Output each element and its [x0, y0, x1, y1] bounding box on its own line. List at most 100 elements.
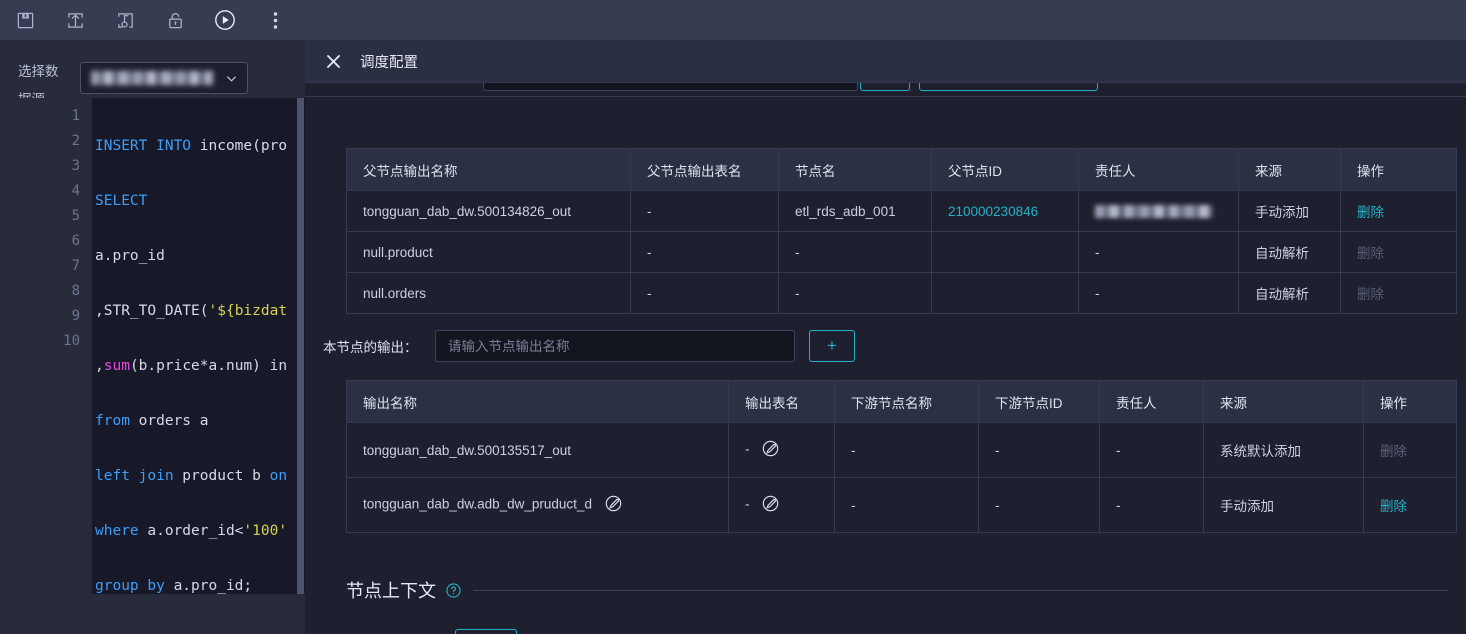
cell-parent-id [931, 231, 1079, 273]
col-output-name: 输出名称 [346, 380, 729, 423]
cell-action[interactable]: 删除 [1340, 190, 1457, 232]
datasource-select[interactable] [80, 62, 248, 94]
top-toolbar [0, 0, 1466, 40]
cell-action: 删除 [1363, 422, 1457, 478]
cell-parent-id [931, 272, 1079, 314]
edit-pencil-icon[interactable] [762, 495, 779, 515]
code-line: left join product b on [95, 468, 288, 484]
line-number: 10 [63, 333, 80, 349]
run-icon[interactable] [200, 0, 250, 40]
cell-output-name: null.product [346, 231, 631, 273]
clipped-upper-controls [305, 82, 1466, 95]
parent-id-link[interactable]: 210000230846 [948, 204, 1038, 219]
delete-button-disabled: 删除 [1357, 246, 1384, 261]
chevron-down-icon [226, 76, 237, 82]
table-row: null.orders - - - 自动解析 删除 [346, 272, 1457, 314]
cell-downstream-name: - [834, 422, 979, 478]
col-action: 操作 [1340, 148, 1457, 191]
cell-owner: - [1099, 477, 1204, 533]
edit-pencil-icon[interactable] [762, 440, 779, 460]
col-source: 来源 [1203, 380, 1364, 423]
table-header-row: 输出名称 输出表名 下游节点名称 下游节点ID 责任人 来源 操作 [346, 380, 1457, 423]
table-row: null.product - - - 自动解析 删除 [346, 231, 1457, 273]
cell-node-name: - [778, 231, 932, 273]
cell-downstream-id: - [978, 422, 1100, 478]
line-number: 8 [71, 283, 80, 299]
line-number: 1 [71, 108, 80, 124]
unlock-node-icon[interactable] [100, 0, 150, 40]
output-table-text: - [745, 496, 750, 512]
page-title: 调度配置 [360, 54, 418, 71]
own-output-row: 本节点的输出： + [305, 326, 1466, 366]
cell-parent-id[interactable]: 210000230846 [931, 190, 1079, 232]
line-number: 2 [71, 133, 80, 149]
delete-button-disabled: 删除 [1357, 287, 1384, 302]
cell-output-name: tongguan_dab_dw.adb_dw_pruduct_d [346, 477, 729, 533]
cell-source: 手动添加 [1203, 477, 1364, 533]
datasource-label-line1: 选择数 [18, 64, 59, 79]
table-row: tongguan_dab_dw.adb_dw_pruduct_d - - - -… [346, 477, 1457, 533]
own-output-label: 本节点的输出： [323, 340, 418, 355]
col-downstream-node-name: 下游节点名称 [834, 380, 979, 423]
cell-output-table-name: - [728, 477, 835, 533]
own-output-input[interactable] [435, 330, 795, 362]
add-param-button[interactable]: 添加 [454, 629, 517, 634]
close-icon[interactable] [322, 50, 344, 72]
cell-output-name: tongguan_dab_dw.500134826_out [346, 190, 631, 232]
save-icon[interactable] [0, 0, 50, 40]
cell-owner: - [1099, 422, 1204, 478]
editor-vertical-scrollbar[interactable] [297, 98, 304, 594]
line-number: 4 [71, 183, 80, 199]
delete-button[interactable]: 删除 [1380, 499, 1407, 514]
cell-downstream-name: - [834, 477, 979, 533]
editor-code-area[interactable]: INSERT INTO income(pro SELECT a.pro_id ,… [92, 98, 305, 594]
table-row: tongguan_dab_dw.500135517_out - - - - 系统… [346, 422, 1457, 478]
cell-output-table-name: - [728, 422, 835, 478]
output-name-text: tongguan_dab_dw.500135517_out [363, 442, 571, 458]
code-line: a.pro_id [95, 248, 165, 264]
schedule-config-modal: 调度配置 父节点输出名称 父节点输出表名 节点名 父节点ID 责任人 来源 操作… [305, 40, 1466, 634]
col-owner: 责任人 [1078, 148, 1239, 191]
code-line: ,sum(b.price*a.num) in [95, 358, 288, 374]
cell-node-name: etl_rds_adb_001 [778, 190, 932, 232]
add-output-button[interactable]: + [809, 330, 855, 362]
cell-node-name: - [778, 272, 932, 314]
delete-button[interactable]: 删除 [1357, 205, 1384, 220]
clipped-input[interactable] [483, 82, 858, 91]
output-table: 输出名称 输出表名 下游节点名称 下游节点ID 责任人 来源 操作 tonggu… [346, 380, 1457, 533]
col-parent-output-table: 父节点输出表名 [630, 148, 779, 191]
line-number: 6 [71, 233, 80, 249]
cell-output-name: tongguan_dab_dw.500135517_out [346, 422, 729, 478]
sql-code-editor[interactable]: 1 2 3 4 5 6 7 8 9 10 INSERT INTO income(… [0, 98, 305, 594]
more-icon[interactable] [250, 0, 300, 40]
cell-source: 系统默认添加 [1203, 422, 1364, 478]
cell-owner: - [1078, 272, 1239, 314]
lock-icon[interactable] [150, 0, 200, 40]
clipped-button-wide[interactable] [919, 82, 1098, 91]
output-table-text: - [745, 441, 750, 457]
owner-redacted [1095, 205, 1213, 219]
parent-node-table: 父节点输出名称 父节点输出表名 节点名 父节点ID 责任人 来源 操作 tong… [346, 148, 1457, 314]
code-line: where a.order_id<'100' [95, 523, 288, 539]
line-number: 3 [71, 158, 80, 174]
cell-source: 手动添加 [1238, 190, 1341, 232]
code-line: ,STR_TO_DATE('${bizdat [95, 303, 288, 319]
edit-pencil-icon[interactable] [605, 495, 622, 515]
editor-line-numbers: 1 2 3 4 5 6 7 8 9 10 [0, 98, 92, 594]
help-circle-icon[interactable] [446, 582, 461, 598]
line-number: 9 [71, 308, 80, 324]
col-action: 操作 [1363, 380, 1457, 423]
clipped-button-small[interactable] [860, 82, 910, 91]
node-input-param-row: 本节点输入参数 添加 [305, 627, 1466, 634]
cell-owner [1078, 190, 1239, 232]
col-source: 来源 [1238, 148, 1341, 191]
submit-upload-icon[interactable] [50, 0, 100, 40]
node-context-header: 节点上下文 [305, 572, 1466, 608]
table-row: tongguan_dab_dw.500134826_out - etl_rds_… [346, 190, 1457, 232]
cell-output-name: null.orders [346, 272, 631, 314]
cell-action[interactable]: 删除 [1363, 477, 1457, 533]
cell-output-table: - [630, 231, 779, 273]
output-name-text: tongguan_dab_dw.adb_dw_pruduct_d [363, 496, 592, 512]
table-header-row: 父节点输出名称 父节点输出表名 节点名 父节点ID 责任人 来源 操作 [346, 148, 1457, 191]
datasource-value-redacted [91, 71, 213, 85]
